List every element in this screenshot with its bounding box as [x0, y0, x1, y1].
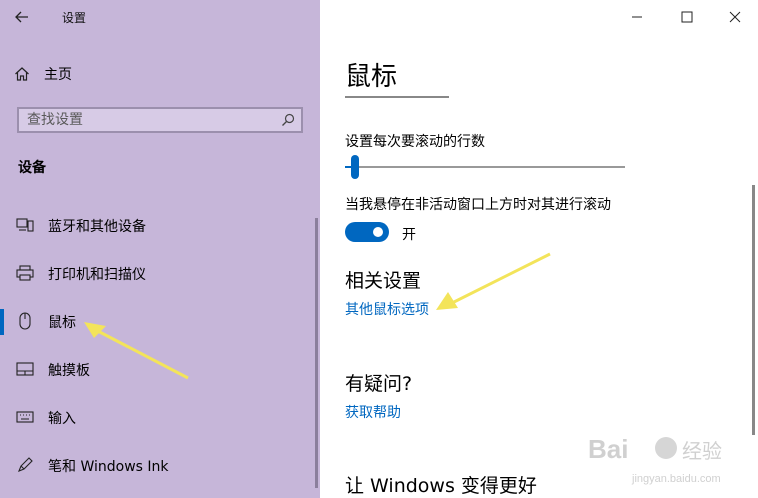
toggle-knob	[373, 227, 383, 237]
close-button[interactable]	[718, 4, 752, 30]
search-box[interactable]	[17, 107, 303, 133]
section-title: 设备	[18, 160, 46, 176]
sidebar-item-label: 打印机和扫描仪	[48, 267, 146, 283]
window-title: 设置	[62, 11, 87, 25]
bluetooth-devices-icon	[16, 217, 34, 233]
sidebar-item-printers[interactable]: 打印机和扫描仪	[0, 256, 320, 290]
sidebar-item-label: 触摸板	[48, 363, 90, 379]
selection-indicator	[0, 309, 4, 335]
search-icon[interactable]	[281, 113, 295, 127]
page-title: 鼠标	[345, 62, 398, 92]
baidu-watermark: Bai 经验 jingyan.baidu.com	[586, 428, 756, 494]
sidebar-item-bluetooth[interactable]: 蓝牙和其他设备	[0, 208, 320, 242]
mouse-icon	[16, 312, 34, 330]
watermark-url: jingyan.baidu.com	[631, 473, 721, 485]
maximize-button[interactable]	[670, 4, 704, 30]
improve-windows-heading: 让 Windows 变得更好	[345, 475, 537, 497]
touchpad-icon	[16, 361, 34, 377]
sidebar-item-label: 鼠标	[48, 315, 76, 331]
printer-icon	[16, 265, 34, 281]
keyboard-icon	[16, 409, 34, 425]
home-label: 主页	[44, 67, 72, 83]
back-arrow-icon	[15, 11, 28, 23]
main-scrollbar[interactable]	[752, 185, 755, 435]
minimize-icon	[632, 16, 642, 18]
related-settings-heading: 相关设置	[345, 270, 422, 292]
sidebar-item-mouse[interactable]: 鼠标	[0, 304, 320, 338]
inactive-scroll-label: 当我悬停在非活动窗口上方时对其进行滚动	[345, 197, 611, 213]
maximize-icon	[681, 11, 693, 23]
scroll-lines-slider-thumb[interactable]	[350, 155, 359, 179]
title-bar: 设置	[0, 0, 320, 34]
question-heading: 有疑问?	[345, 373, 413, 395]
home-icon	[15, 67, 29, 81]
sidebar-item-typing[interactable]: 输入	[0, 400, 320, 434]
title-underline	[345, 96, 449, 98]
sidebar-item-pen[interactable]: 笔和 Windows Ink	[0, 448, 320, 482]
other-mouse-options-link[interactable]: 其他鼠标选项	[345, 299, 429, 319]
sidebar-item-touchpad[interactable]: 触摸板	[0, 352, 320, 386]
get-help-link[interactable]: 获取帮助	[345, 402, 401, 422]
watermark-brand: Bai	[588, 434, 628, 464]
sidebar: 设置 主页 设备 蓝牙和其他设备	[0, 0, 320, 498]
scroll-lines-label: 设置每次要滚动的行数	[345, 134, 485, 150]
inactive-scroll-toggle[interactable]	[345, 222, 389, 242]
home-nav-item[interactable]: 主页	[14, 62, 72, 86]
watermark-brand-cn: 经验	[682, 439, 722, 463]
minimize-button[interactable]	[620, 4, 654, 30]
sidebar-item-label: 笔和 Windows Ink	[48, 459, 169, 475]
sidebar-item-label: 蓝牙和其他设备	[48, 219, 146, 235]
close-icon	[729, 11, 741, 23]
scroll-lines-slider-track[interactable]	[345, 166, 625, 168]
toggle-state-label: 开	[402, 227, 416, 243]
sidebar-item-label: 输入	[48, 411, 76, 427]
pen-icon	[16, 457, 34, 473]
sidebar-scrollbar[interactable]	[315, 218, 318, 488]
search-input[interactable]	[27, 111, 267, 129]
back-button[interactable]	[8, 5, 36, 29]
